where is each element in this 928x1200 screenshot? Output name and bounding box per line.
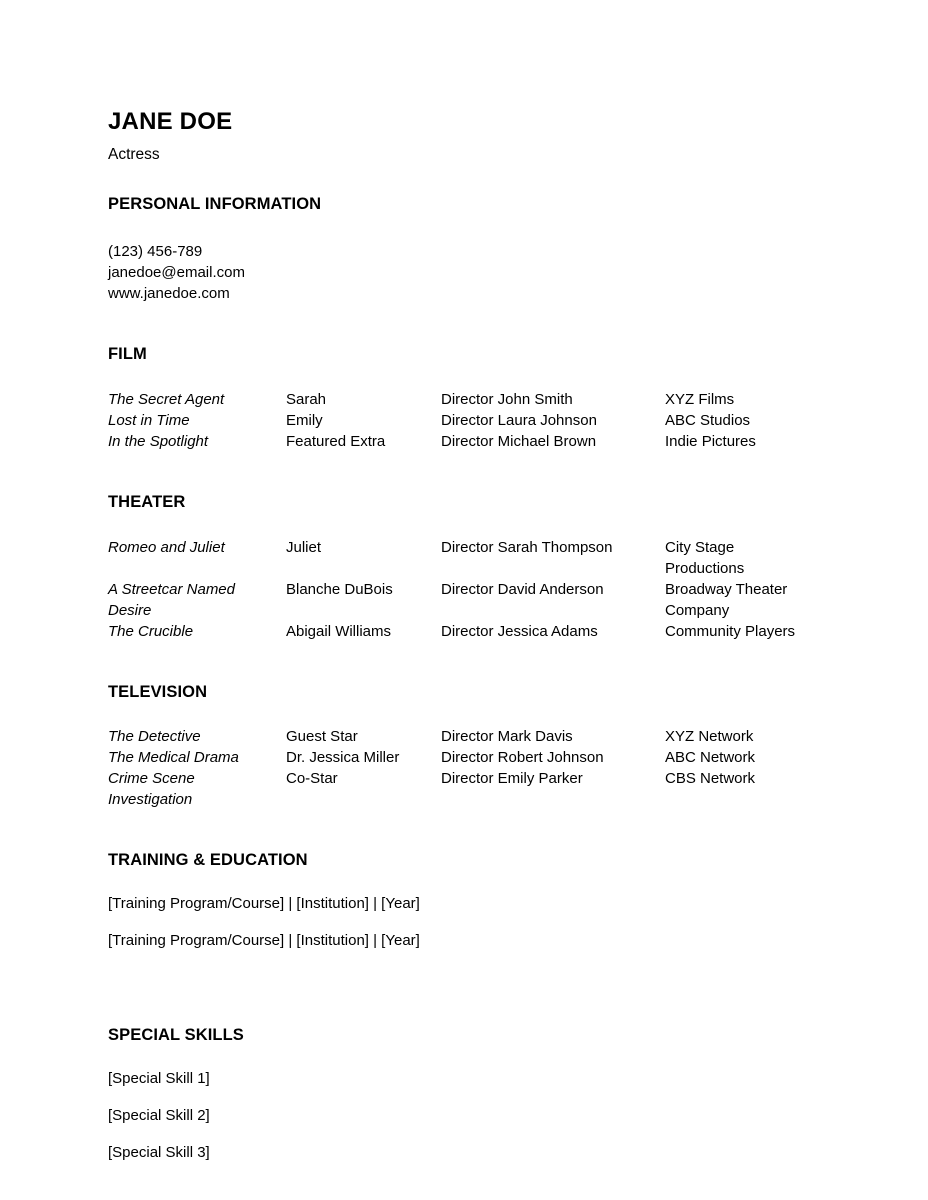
table-row: The Crucible Abigail Williams Director J… <box>108 621 828 642</box>
credit-title: In the Spotlight <box>108 432 209 450</box>
credit-title: Lost in Time <box>108 411 190 429</box>
theater-credits-table: Romeo and Juliet Juliet Director Sarah T… <box>108 537 828 642</box>
table-row: The Detective Guest Star Director Mark D… <box>108 726 828 747</box>
credit-role: Abigail Williams <box>286 622 392 640</box>
credit-company: Community Players <box>665 622 796 640</box>
credit-role: Guest Star <box>286 728 358 746</box>
credit-title: The Detective <box>108 728 201 746</box>
section-heading-theater: THEATER <box>108 492 186 511</box>
credit-director: Director David Anderson <box>441 580 604 598</box>
table-row: Lost in Time Emily Director Laura Johnso… <box>108 410 828 431</box>
credit-director: Director Michael Brown <box>441 432 597 450</box>
credit-role: Dr. Jessica Miller <box>286 749 400 767</box>
credit-role: Co-Star <box>286 770 338 788</box>
credit-title: The Crucible <box>108 622 194 640</box>
training-list: [Training Program/Course] | [Institution… <box>108 893 828 951</box>
table-row: Romeo and Juliet Juliet Director Sarah T… <box>108 537 828 579</box>
film-credits-table: The Secret Agent Sarah Director John Smi… <box>108 389 828 452</box>
credit-director: Director Mark Davis <box>441 728 573 746</box>
credit-title: Romeo and Juliet <box>108 538 225 556</box>
credit-role: Emily <box>286 411 323 429</box>
credit-company: XYZ Films <box>665 390 735 408</box>
credit-title: A Streetcar Named Desire <box>108 580 235 619</box>
credit-director: Director Sarah Thompson <box>441 538 613 556</box>
credit-director: Director John Smith <box>441 390 573 408</box>
credit-company: Broadway Theater Company <box>665 580 788 619</box>
table-row: In the Spotlight Featured Extra Director… <box>108 431 828 452</box>
contact-email: janedoe@email.com <box>108 263 245 281</box>
credit-company: ABC Network <box>665 749 756 767</box>
credit-title: The Secret Agent <box>108 390 225 408</box>
list-item: [Special Skill 2] <box>108 1106 210 1124</box>
credit-role: Juliet <box>286 538 322 556</box>
credit-director: Director Robert Johnson <box>441 749 604 767</box>
credit-director: Director Jessica Adams <box>441 622 598 640</box>
contact-block: (123) 456-789 janedoe@email.com www.jane… <box>108 241 828 304</box>
candidate-name: JANE DOE <box>108 108 233 135</box>
credit-title: The Medical Drama <box>108 749 239 767</box>
table-row: A Streetcar Named Desire Blanche DuBois … <box>108 579 828 621</box>
section-heading-training-education: TRAINING & EDUCATION <box>108 851 308 870</box>
resume-page: JANE DOE Actress PERSONAL INFORMATION (1… <box>0 0 928 1200</box>
credit-company: XYZ Network <box>665 728 754 746</box>
section-heading-television: TELEVISION <box>108 682 208 701</box>
credit-company: ABC Studios <box>665 411 751 429</box>
candidate-role: Actress <box>108 145 160 163</box>
skills-list: [Special Skill 1] [Special Skill 2] [Spe… <box>108 1068 828 1163</box>
list-item: [Training Program/Course] | [Institution… <box>108 932 420 950</box>
credit-role: Sarah <box>286 390 327 408</box>
credit-director: Director Emily Parker <box>441 770 583 788</box>
credit-director: Director Laura Johnson <box>441 411 597 429</box>
contact-phone: (123) 456-789 <box>108 242 203 260</box>
credit-company: CBS Network <box>665 770 756 788</box>
table-row: Crime Scene Investigation Co-Star Direct… <box>108 768 828 810</box>
credit-role: Blanche DuBois <box>286 580 393 598</box>
credit-company: City Stage Productions <box>665 538 745 577</box>
table-row: The Secret Agent Sarah Director John Smi… <box>108 389 828 410</box>
list-item: [Special Skill 1] <box>108 1069 210 1087</box>
credit-role: Featured Extra <box>286 432 386 450</box>
list-item: [Special Skill 3] <box>108 1143 210 1161</box>
television-credits-table: The Detective Guest Star Director Mark D… <box>108 726 828 810</box>
credit-company: Indie Pictures <box>665 432 756 450</box>
table-row: The Medical Drama Dr. Jessica Miller Dir… <box>108 747 828 768</box>
section-heading-special-skills: SPECIAL SKILLS <box>108 1026 244 1045</box>
contact-website: www.janedoe.com <box>108 284 230 302</box>
section-heading-personal-information: PERSONAL INFORMATION <box>108 195 322 214</box>
credit-title: Crime Scene Investigation <box>108 770 195 809</box>
list-item: [Training Program/Course] | [Institution… <box>108 895 420 913</box>
section-heading-film: FILM <box>108 344 147 363</box>
